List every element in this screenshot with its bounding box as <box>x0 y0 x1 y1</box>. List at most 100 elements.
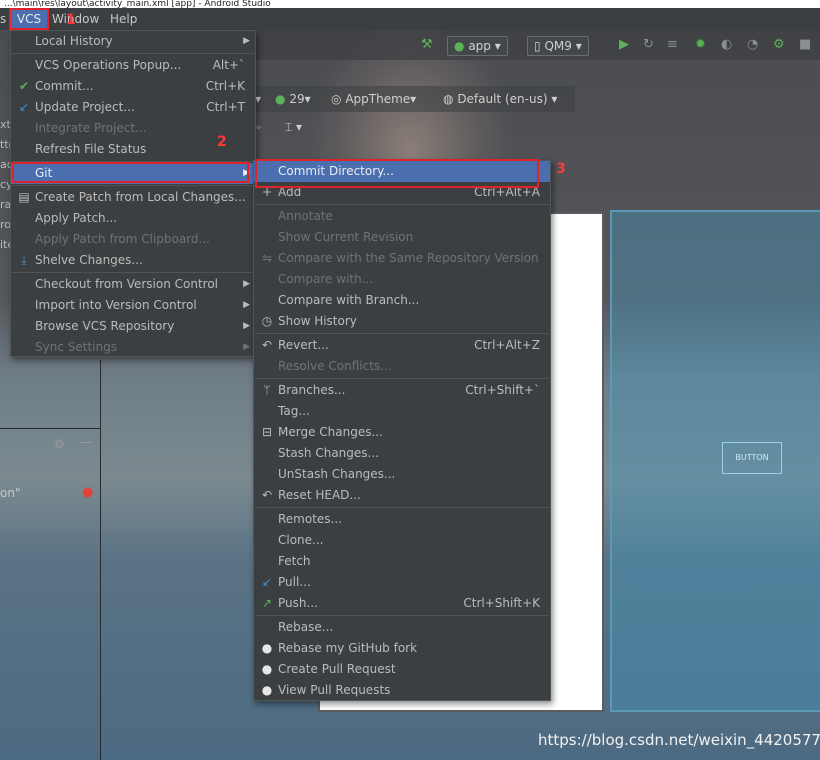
watermark: https://blog.csdn.net/weixin_44205779 <box>538 731 820 749</box>
git-item-push[interactable]: ↗ Push... Ctrl+Shift+K <box>254 593 550 614</box>
menu-item-label: Local History <box>35 34 113 48</box>
text-baseline-icon[interactable]: ⌶ ▾ <box>285 118 302 136</box>
git-item-fetch[interactable]: Fetch <box>254 551 550 572</box>
reset-icon: ↶ <box>261 488 273 502</box>
api-level-dropdown[interactable]: ● 29▾ <box>275 90 311 108</box>
git-item-reset-head[interactable]: ↶ Reset HEAD... <box>254 485 550 506</box>
menu-item-shortcut: Ctrl+K <box>205 79 245 93</box>
menu-item-label: Browse VCS Repository <box>35 319 175 333</box>
menu-item-shortcut: Ctrl+Shift+K <box>463 596 540 610</box>
git-item-rebase-my-github-fork[interactable]: ● Rebase my GitHub fork <box>254 638 550 659</box>
magnet-icon[interactable]: ⌖ <box>255 118 262 136</box>
debug-icon[interactable]: ✹ <box>695 37 706 53</box>
vcs-item-shelve-changes[interactable]: ⤓ Shelve Changes... <box>11 250 255 271</box>
vcs-item-commit[interactable]: ✔ Commit... Ctrl+K <box>11 76 255 97</box>
run-icon[interactable]: ▶ <box>619 37 629 53</box>
annotation-box-git <box>12 162 249 183</box>
device-dropdown[interactable]: ▯ QM9 ▾ <box>527 36 589 56</box>
left-strip-text: ra <box>0 198 10 211</box>
logcat-icon[interactable]: ≡ <box>667 37 678 53</box>
vcs-item-create-patch-from-local-changes[interactable]: ▤ Create Patch from Local Changes... <box>11 187 255 208</box>
run-config-dropdown[interactable]: ● app ▾ <box>447 36 508 56</box>
vcs-item-apply-patch[interactable]: Apply Patch... <box>11 208 255 229</box>
git-item-clone[interactable]: Clone... <box>254 530 550 551</box>
menu-item-label: Apply Patch... <box>35 211 118 225</box>
menu-left-edge[interactable]: s <box>0 8 6 30</box>
git-submenu: Commit Directory... + Add Ctrl+Alt+A Annotat… <box>253 160 551 701</box>
menu-item-shortcut: Ctrl+Shift+` <box>465 383 540 397</box>
github-icon: ● <box>261 662 273 676</box>
vcs-item-browse-vcs-repository[interactable]: Browse VCS Repository ▶ <box>11 316 255 337</box>
blueprint-surface[interactable]: BUTTON <box>610 210 820 712</box>
git-item-view-pull-requests[interactable]: ● View Pull Requests <box>254 680 550 701</box>
menu-separator <box>255 204 549 205</box>
api-level-label: 29 <box>289 92 305 106</box>
vcs-item-local-history[interactable]: Local History ▶ <box>11 31 255 52</box>
layout-toolbar: ⌖ ⌶ ▾ <box>255 114 345 138</box>
git-item-branches[interactable]: ᛘ Branches... Ctrl+Shift+` <box>254 380 550 401</box>
minimize-icon[interactable]: — <box>80 435 92 449</box>
check-icon: ✔ <box>18 79 30 93</box>
git-item-revert[interactable]: ↶ Revert... Ctrl+Alt+Z <box>254 335 550 356</box>
menu-item-label: Shelve Changes... <box>35 253 143 267</box>
menu-item-label: Compare with Branch... <box>278 293 420 307</box>
patch-icon: ▤ <box>18 190 30 204</box>
locale-label: Default (en-us) <box>457 92 548 106</box>
theme-icon: ◎ <box>331 92 342 106</box>
git-item-compare-with-branch[interactable]: Compare with Branch... <box>254 290 550 311</box>
project-panel-edge: xt tto ac cy ra ro ite <box>0 118 10 268</box>
submenu-arrow-icon: ▶ <box>243 300 250 310</box>
menu-item-shortcut: Alt+` <box>212 58 245 72</box>
attach-debugger-icon[interactable]: ◐ <box>721 37 732 53</box>
globe-icon: ◍ <box>443 92 454 106</box>
menu-item-label: Refresh File Status <box>35 142 147 156</box>
annotation-box-commit-directory <box>255 159 539 188</box>
design-toolbar: ▾ ● 29▾ ◎ AppTheme▾ ◍ Default (en-us) ▾ <box>255 86 575 112</box>
shelve-icon: ⤓ <box>21 253 27 267</box>
gear-icon[interactable]: ⚙ <box>54 437 65 451</box>
locale-dropdown[interactable]: ◍ Default (en-us) ▾ <box>443 90 557 108</box>
git-item-create-pull-request[interactable]: ● Create Pull Request <box>254 659 550 680</box>
menu-item-label: Compare with... <box>278 272 374 286</box>
compare-icon: ⇋ <box>261 251 273 265</box>
apply-changes-icon[interactable]: ⚙ <box>773 37 785 53</box>
menu-item-shortcut: Ctrl+Alt+Z <box>474 338 540 352</box>
git-item-stash-changes[interactable]: Stash Changes... <box>254 443 550 464</box>
submenu-arrow-icon: ▶ <box>243 342 250 352</box>
rerun-icon[interactable]: ↻ <box>643 37 654 53</box>
git-item-pull[interactable]: ↙ Pull... <box>254 572 550 593</box>
menu-item-label: Import into Version Control <box>35 298 197 312</box>
left-strip-text: ac <box>0 158 10 171</box>
git-item-merge-changes[interactable]: ⊟ Merge Changes... <box>254 422 550 443</box>
git-item-unstash-changes[interactable]: UnStash Changes... <box>254 464 550 485</box>
stop-icon[interactable]: ■ <box>799 37 811 53</box>
git-item-tag[interactable]: Tag... <box>254 401 550 422</box>
menu-help[interactable]: Help <box>110 8 137 30</box>
revert-icon: ↶ <box>261 338 273 352</box>
vcs-item-checkout-from-version-control[interactable]: Checkout from Version Control ▶ <box>11 274 255 295</box>
vcs-item-update-project[interactable]: ↙ Update Project... Ctrl+T <box>11 97 255 118</box>
error-icon[interactable]: ● <box>82 485 93 500</box>
build-hammer-icon[interactable]: ⚒ <box>421 37 433 53</box>
theme-dropdown[interactable]: ◎ AppTheme▾ <box>331 90 416 108</box>
attributes-panel-header: ⚙ — <box>0 428 100 465</box>
blueprint-button[interactable]: BUTTON <box>722 442 782 474</box>
vcs-item-vcs-operations-popup[interactable]: VCS Operations Popup... Alt+` <box>11 55 255 76</box>
main-toolbar: ⚒ ● app ▾ ▯ QM9 ▾ ▶ ↻ ≡ ✹ ◐ ◔ ⚙ ■ <box>255 30 820 60</box>
menu-item-label: Clone... <box>278 533 324 547</box>
vcs-item-import-into-version-control[interactable]: Import into Version Control ▶ <box>11 295 255 316</box>
git-item-rebase[interactable]: Rebase... <box>254 617 550 638</box>
git-item-show-history[interactable]: ◷ Show History <box>254 311 550 332</box>
profile-icon[interactable]: ◔ <box>747 37 758 53</box>
menu-item-label: Rebase... <box>278 620 334 634</box>
run-config-label: app <box>468 39 491 53</box>
menu-item-label: Reset HEAD... <box>278 488 361 502</box>
menu-item-shortcut: Ctrl+T <box>206 100 245 114</box>
menu-separator <box>12 53 254 54</box>
android-icon: ● <box>275 92 286 106</box>
git-item-compare-with: Compare with... <box>254 269 550 290</box>
git-item-remotes[interactable]: Remotes... <box>254 509 550 530</box>
vcs-item-apply-patch-from-clipboard: Apply Patch from Clipboard... <box>11 229 255 250</box>
left-strip-text: ro <box>0 218 10 231</box>
menu-item-label: UnStash Changes... <box>278 467 396 481</box>
